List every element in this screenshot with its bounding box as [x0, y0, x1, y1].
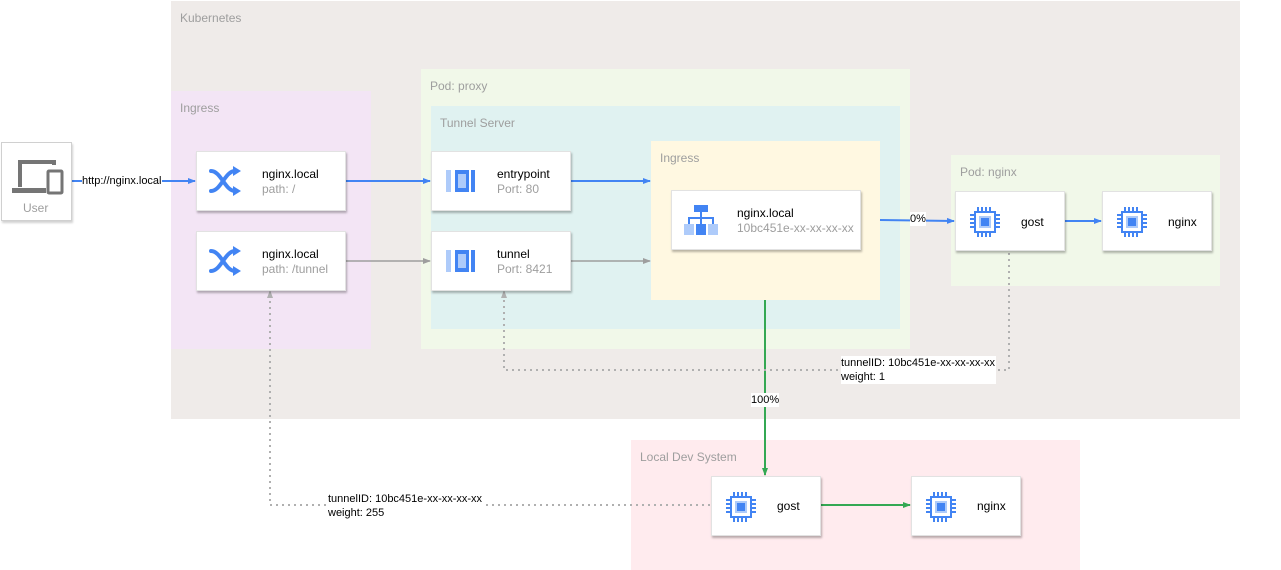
pod-tunnel-weight: weight: 1: [841, 371, 886, 383]
devices-icon: [12, 160, 64, 195]
inner-ingress-sub: 10bc451e-xx-xx-xx-xx: [737, 221, 854, 235]
edge-local-gost-tunnel-dotted: [267, 290, 710, 506]
entrypoint-sub: Port: 80: [497, 182, 540, 196]
edge-pod-gost-tunnel-dotted: [501, 253, 1010, 371]
tunnel-node[interactable]: tunnel Port: 8421: [431, 231, 571, 291]
local-gost-node[interactable]: gost: [711, 476, 821, 536]
local-tunnel-id: tunnelID: 10bc451e-xx-xx-xx-xx: [328, 493, 483, 505]
pod-tunnel-id: tunnelID: 10bc451e-xx-xx-xx-xx: [841, 357, 996, 369]
pod-gost-title: gost: [1021, 215, 1044, 229]
ingress-root-sub: path: /: [262, 182, 296, 196]
hundred-percent-label: 100%: [751, 393, 780, 407]
chip-icon: [970, 207, 1000, 237]
chip-icon: [1117, 207, 1147, 237]
ingress-tunnel-sub: path: /tunnel: [262, 262, 329, 276]
pod-gost-node[interactable]: gost: [955, 191, 1065, 251]
local-gost-title: gost: [777, 499, 800, 513]
zero-percent-label: 0%: [910, 212, 926, 226]
entrypoint-title: entrypoint: [497, 167, 550, 181]
tunnel-sub: Port: 8421: [497, 262, 553, 276]
service-icon: [446, 250, 475, 272]
ingress-tunnel-node[interactable]: nginx.local path: /tunnel: [196, 231, 346, 291]
pod-tunnel-label: tunnelID: 10bc451e-xx-xx-xx-xx weight: 1: [841, 356, 996, 384]
shuffle-icon: [209, 246, 241, 276]
ingress-tunnel-title: nginx.local: [262, 247, 319, 261]
service-icon: [446, 170, 475, 192]
local-nginx-node[interactable]: nginx: [911, 476, 1021, 536]
ingress-root-node[interactable]: nginx.local path: /: [196, 151, 346, 211]
inner-ingress-node[interactable]: nginx.local 10bc451e-xx-xx-xx-xx: [671, 190, 861, 250]
chip-icon: [926, 492, 956, 522]
tunnel-title: tunnel: [497, 247, 530, 261]
pod-nginx-title: nginx: [1168, 215, 1197, 229]
user-url-label: http://nginx.local: [82, 174, 162, 188]
user-node[interactable]: User: [1, 142, 72, 221]
chip-icon: [726, 492, 756, 522]
local-tunnel-label: tunnelID: 10bc451e-xx-xx-xx-xx weight: 2…: [328, 492, 484, 520]
entrypoint-node[interactable]: entrypoint Port: 80: [431, 151, 571, 211]
shuffle-icon: [209, 166, 241, 196]
load-balancer-icon: [684, 205, 718, 235]
user-label: User: [23, 201, 49, 215]
ingress-root-title: nginx.local: [262, 167, 319, 181]
local-tunnel-weight: weight: 255: [328, 507, 385, 519]
pod-nginx-node[interactable]: nginx: [1102, 191, 1212, 251]
local-nginx-title: nginx: [977, 499, 1006, 513]
inner-ingress-title: nginx.local: [737, 206, 794, 220]
edges-layer: [72, 178, 1102, 508]
